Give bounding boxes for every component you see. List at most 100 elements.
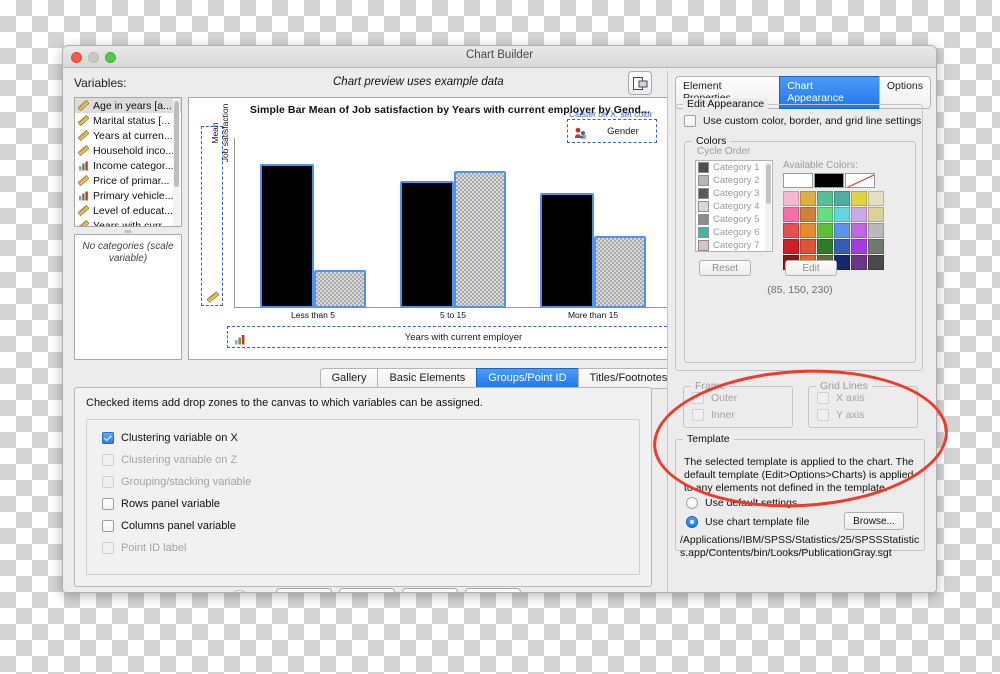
- variable-item[interactable]: Income categor...: [75, 158, 181, 173]
- variable-item[interactable]: Age in years [a...: [75, 98, 181, 113]
- variable-item[interactable]: Marital status [...: [75, 113, 181, 128]
- variable-label: Years at curren...: [93, 129, 173, 142]
- chart-preview-canvas[interactable]: Simple Bar Mean of Job satisfaction by Y…: [188, 97, 712, 360]
- bar-male-5-to-15[interactable]: [400, 181, 454, 308]
- reset-colors-button[interactable]: Reset: [699, 260, 751, 276]
- tab-groups-point-id[interactable]: Groups/Point ID: [476, 368, 578, 389]
- palette-color[interactable]: [800, 191, 816, 206]
- template-file-option[interactable]: Use chart template file: [686, 516, 809, 528]
- radio-button[interactable]: [686, 497, 698, 509]
- variable-label: Primary vehicle...: [93, 189, 174, 202]
- help-button[interactable]: ?: [231, 590, 248, 592]
- bar-female-more-than-15[interactable]: [594, 236, 646, 308]
- cycle-order-label-item: Category 1: [713, 162, 760, 173]
- palette-color[interactable]: [783, 239, 799, 254]
- bar-female-5-to-15[interactable]: [454, 171, 506, 308]
- variable-item[interactable]: Primary vehicle...: [75, 188, 181, 203]
- option-clustering-x[interactable]: Clustering variable on X: [102, 432, 238, 444]
- template-default-option[interactable]: Use default settings: [686, 497, 797, 509]
- cycle-order-list[interactable]: Category 1 Category 2 Category 3 Categor…: [695, 160, 773, 252]
- palette-color[interactable]: [851, 239, 867, 254]
- palette-color[interactable]: [817, 223, 833, 238]
- cycle-order-item[interactable]: Category 1: [696, 161, 772, 174]
- cycle-order-item[interactable]: Category 7: [696, 239, 772, 251]
- ok-button[interactable]: OK: [465, 588, 521, 592]
- reset-button[interactable]: Reset: [276, 588, 332, 592]
- variable-item[interactable]: Years at curren...: [75, 128, 181, 143]
- palette-color[interactable]: [851, 223, 867, 238]
- bar-male-more-than-15[interactable]: [540, 193, 594, 308]
- panel-toggle-button[interactable]: [628, 71, 652, 95]
- palette-color[interactable]: [851, 207, 867, 222]
- palette-color[interactable]: [783, 191, 799, 206]
- palette-color[interactable]: [868, 191, 884, 206]
- palette-color[interactable]: [868, 223, 884, 238]
- base-swatches[interactable]: [783, 173, 875, 188]
- palette-color[interactable]: [834, 207, 850, 222]
- browse-button[interactable]: Browse...: [844, 512, 904, 530]
- tab-gallery[interactable]: Gallery: [319, 368, 378, 389]
- option-grouping-stacking: Grouping/stacking variable: [102, 476, 251, 488]
- checkbox[interactable]: [102, 432, 114, 444]
- scrollbar-thumb[interactable]: [174, 101, 179, 187]
- radio-button[interactable]: [686, 516, 698, 528]
- cycle-order-item[interactable]: Category 2: [696, 174, 772, 187]
- color-palette-grid[interactable]: [783, 191, 884, 270]
- option-label: Clustering variable on Z: [121, 454, 238, 466]
- palette-color[interactable]: [851, 191, 867, 206]
- dialog-body: Variables: Chart preview uses example da…: [63, 68, 936, 592]
- palette-color[interactable]: [817, 191, 833, 206]
- palette-color[interactable]: [800, 239, 816, 254]
- paste-button[interactable]: Paste: [339, 588, 395, 592]
- cancel-button[interactable]: Cancel: [402, 588, 458, 592]
- frame-outer-label: Outer: [711, 392, 738, 404]
- swatch-white[interactable]: [783, 173, 813, 188]
- palette-color[interactable]: [868, 239, 884, 254]
- palette-color[interactable]: [783, 223, 799, 238]
- checkbox[interactable]: [102, 498, 114, 510]
- template-description: The selected template is applied to the …: [684, 456, 914, 494]
- palette-color[interactable]: [834, 223, 850, 238]
- cycle-order-scrollbar[interactable]: [765, 162, 771, 251]
- option-columns-panel[interactable]: Columns panel variable: [102, 520, 236, 532]
- checkbox[interactable]: [684, 115, 696, 127]
- y-axis-label: Mean Job satisfaction: [210, 78, 230, 188]
- swatch-black[interactable]: [814, 173, 844, 188]
- grid-x-option: X axis: [817, 392, 865, 404]
- bar-female-less-than-5[interactable]: [314, 270, 366, 308]
- bar-male-less-than-5[interactable]: [260, 164, 314, 308]
- palette-color[interactable]: [800, 207, 816, 222]
- variables-list[interactable]: Age in years [a... Marital status [... Y…: [74, 97, 182, 227]
- tab-titles-footnotes[interactable]: Titles/Footnotes: [577, 368, 680, 389]
- edit-colors-button[interactable]: Edit: [785, 260, 837, 276]
- cycle-order-label-item: Category 6: [713, 227, 760, 238]
- cycle-order-item[interactable]: Category 4: [696, 200, 772, 213]
- variable-item[interactable]: Years with curr...: [75, 218, 181, 226]
- use-custom-settings-option[interactable]: Use custom color, border, and grid line …: [684, 115, 921, 127]
- cycle-order-item[interactable]: Category 6: [696, 226, 772, 239]
- palette-color[interactable]: [851, 255, 867, 270]
- palette-color[interactable]: [800, 223, 816, 238]
- x-axis-dropzone[interactable]: Years with current employer: [227, 326, 677, 348]
- scrollbar-thumb[interactable]: [765, 164, 771, 204]
- scale-ruler-icon: [77, 130, 90, 141]
- cycle-order-item[interactable]: Category 3: [696, 187, 772, 200]
- color-swatch: [698, 240, 709, 251]
- option-rows-panel[interactable]: Rows panel variable: [102, 498, 220, 510]
- palette-color[interactable]: [834, 239, 850, 254]
- variables-scrollbar[interactable]: [173, 99, 180, 226]
- variable-item[interactable]: Household inco...: [75, 143, 181, 158]
- palette-color[interactable]: [868, 207, 884, 222]
- variable-item[interactable]: Level of educat...: [75, 203, 181, 218]
- x-tick-label: 5 to 15: [440, 310, 466, 320]
- cycle-order-item[interactable]: Category 5: [696, 213, 772, 226]
- palette-color[interactable]: [868, 255, 884, 270]
- checkbox[interactable]: [102, 520, 114, 532]
- tab-basic-elements[interactable]: Basic Elements: [377, 368, 477, 389]
- palette-color[interactable]: [817, 239, 833, 254]
- palette-color[interactable]: [817, 207, 833, 222]
- variable-item[interactable]: Price of primar...: [75, 173, 181, 188]
- palette-color[interactable]: [783, 207, 799, 222]
- palette-color[interactable]: [834, 191, 850, 206]
- swatch-none[interactable]: [845, 173, 875, 188]
